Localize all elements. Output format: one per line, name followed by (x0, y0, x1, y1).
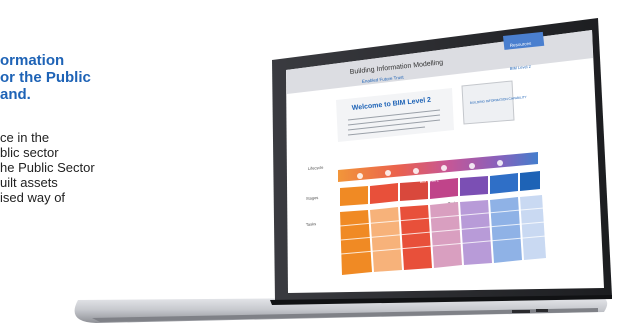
port-icon (512, 310, 530, 313)
stage-block[interactable] (400, 181, 428, 201)
task-column[interactable] (460, 200, 492, 265)
laptop-mockup: Building Information Modelling Enabled F… (74, 18, 612, 323)
task-column[interactable] (400, 205, 432, 270)
row-label-tasks: Tasks (306, 221, 317, 227)
task-column[interactable] (370, 207, 402, 272)
task-column[interactable] (490, 197, 522, 263)
port-icon (536, 309, 548, 312)
stage-block[interactable] (490, 173, 518, 194)
stage-block[interactable] (520, 171, 540, 191)
stage-block[interactable] (460, 176, 488, 196)
task-column[interactable] (430, 202, 462, 268)
task-column[interactable] (340, 210, 372, 275)
stage-block[interactable] (370, 183, 398, 204)
screen-content: Building Information Modelling Enabled F… (286, 30, 604, 293)
task-column[interactable] (520, 195, 546, 260)
stage-block[interactable] (340, 186, 368, 206)
